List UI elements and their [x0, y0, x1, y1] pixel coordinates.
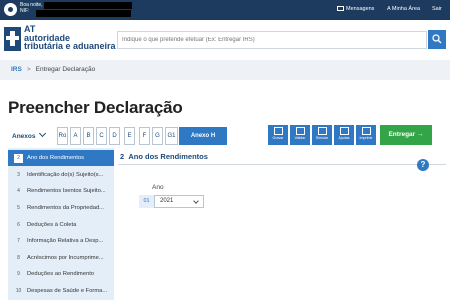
- chevron-down-icon: [39, 129, 47, 138]
- sidebar-item-rendimentos-isentos[interactable]: 4 Rendimentos Isentos Sujeito...: [8, 183, 114, 199]
- breadcrumb-irs[interactable]: IRS: [11, 66, 22, 73]
- simulate-label: Simular: [315, 136, 329, 140]
- envelope-icon: [337, 6, 344, 11]
- tab-anexo-h[interactable]: Anexo H: [179, 127, 227, 145]
- sidebar-item-number: 6: [17, 222, 20, 228]
- redacted-name: [44, 2, 132, 9]
- printer-icon: [361, 127, 371, 135]
- sidebar-item-number: 9: [17, 271, 20, 277]
- search-input[interactable]: [117, 31, 427, 49]
- sidebar-item-number: 2: [14, 154, 23, 163]
- sidebar-item-label: Rendimentos da Propriedad...: [27, 205, 105, 211]
- field-code: 01: [139, 195, 154, 208]
- sidebar-item-label: Despesas de Saúde e Forma...: [27, 288, 108, 294]
- validate-button[interactable]: Validar: [290, 125, 310, 145]
- year-value: 2021: [160, 198, 174, 204]
- breadcrumb-current: Entregar Declaração: [35, 66, 96, 73]
- redacted-nif: [36, 10, 131, 17]
- sidebar-item-ano-rendimentos[interactable]: 2 Ano dos Rendimentos: [8, 150, 114, 166]
- annexes-label: Anexos: [12, 133, 36, 140]
- help-button[interactable]: Ajudas: [334, 125, 354, 145]
- sidebar-item-informacao-despesas[interactable]: 7 Informação Relativa a Desp...: [8, 233, 114, 249]
- top-bar: Boa noite, NIF: Mensagens A Minha Área S…: [0, 0, 450, 20]
- tab-c[interactable]: C: [96, 127, 107, 145]
- download-icon: [273, 127, 283, 135]
- print-label: Imprimir: [359, 136, 373, 140]
- section-sidebar: 2 Ano dos Rendimentos 3 Identificação do(s…: [8, 148, 114, 300]
- sidebar-item-deducoes-coleta[interactable]: 6 Deduções à Coleta: [8, 217, 114, 233]
- sidebar-item-acrescimos[interactable]: 8 Acréscimos por Incumprime...: [8, 250, 114, 266]
- sidebar-item-identificacao[interactable]: 3 Identificação do(s) Sujeito(s...: [8, 167, 114, 183]
- sidebar-item-number: 4: [17, 188, 20, 194]
- sidebar-item-label: Identificação do(s) Sujeito(s...: [27, 172, 104, 178]
- tab-g1[interactable]: G1: [165, 127, 178, 145]
- check-icon: [295, 127, 305, 135]
- tab-d[interactable]: D: [109, 127, 120, 145]
- sidebar-item-number: 7: [17, 238, 20, 244]
- sidebar-item-label: Rendimentos Isentos Sujeito...: [27, 188, 106, 194]
- sidebar-item-label: Deduções à Coleta: [27, 222, 77, 228]
- chevron-down-icon: [193, 198, 199, 204]
- annexes-dropdown[interactable]: Anexos: [12, 129, 47, 140]
- section-title: 2 Ano dos Rendimentos: [120, 152, 208, 161]
- help-tool-label: Ajudas: [338, 136, 350, 140]
- info-icon: [339, 127, 349, 135]
- submit-button[interactable]: Entregar →: [380, 125, 432, 145]
- submit-label: Entregar: [388, 131, 416, 138]
- save-button[interactable]: Gravar: [268, 125, 288, 145]
- calculator-icon: [317, 127, 327, 135]
- search-icon: [432, 34, 442, 44]
- sidebar-item-number: 5: [17, 205, 20, 211]
- page: Boa noite, NIF: Mensagens A Minha Área S…: [0, 0, 450, 300]
- breadcrumb-separator: >: [26, 66, 31, 73]
- section-title-text: Ano dos Rendimentos: [128, 152, 208, 161]
- sidebar-item-despesas-saude[interactable]: 10 Despesas de Saúde e Forma...: [8, 283, 114, 299]
- help-icon[interactable]: ?: [417, 159, 429, 171]
- my-area-link[interactable]: A Minha Área: [387, 6, 420, 13]
- logout-link[interactable]: Sair: [432, 6, 442, 13]
- sidebar-item-number: 10: [15, 288, 22, 294]
- print-button[interactable]: Imprimir: [356, 125, 376, 145]
- logo-mark-bar: [6, 36, 19, 40]
- user-icon: [4, 3, 17, 16]
- breadcrumb: IRS > Entregar Declaração: [0, 60, 450, 80]
- at-logo[interactable]: [4, 27, 21, 51]
- arrow-right-icon: →: [417, 131, 424, 138]
- tab-b[interactable]: B: [83, 127, 94, 145]
- brand-name: AT autoridade tributária e aduaneira: [24, 25, 116, 51]
- validate-label: Validar: [294, 136, 306, 140]
- sidebar-item-deducoes-rendimento[interactable]: 9 Deduções ao Rendimento: [8, 266, 114, 282]
- tab-f[interactable]: F: [139, 127, 150, 145]
- messages-label: Mensagens: [346, 6, 375, 12]
- brand-line-3: tributária e aduaneira: [24, 41, 116, 51]
- year-select[interactable]: 2021: [154, 195, 204, 208]
- page-title: Preencher Declaração: [8, 98, 183, 117]
- sidebar-item-label: Deduções ao Rendimento: [27, 271, 95, 277]
- section-number: 2: [120, 152, 125, 161]
- section-divider: [118, 164, 446, 165]
- sidebar-item-label: Acréscimos por Incumprime...: [27, 255, 104, 261]
- tab-rosto[interactable]: Ro: [57, 127, 68, 145]
- sidebar-item-rendimentos-propriedade[interactable]: 5 Rendimentos da Propriedad...: [8, 200, 114, 216]
- sidebar-item-label: Ano dos Rendimentos: [27, 155, 85, 161]
- simulate-button[interactable]: Simular: [312, 125, 332, 145]
- tab-g[interactable]: G: [152, 127, 163, 145]
- sidebar-item-number: 3: [17, 172, 20, 178]
- sidebar-item-number: 8: [17, 255, 20, 261]
- search-button[interactable]: [428, 30, 446, 49]
- sidebar-item-label: Informação Relativa a Desp...: [27, 238, 104, 244]
- tab-e[interactable]: E: [124, 127, 135, 145]
- year-label: Ano: [152, 184, 164, 191]
- messages-link[interactable]: Mensagens: [337, 6, 374, 13]
- save-label: Gravar: [272, 136, 284, 140]
- tab-a[interactable]: A: [70, 127, 81, 145]
